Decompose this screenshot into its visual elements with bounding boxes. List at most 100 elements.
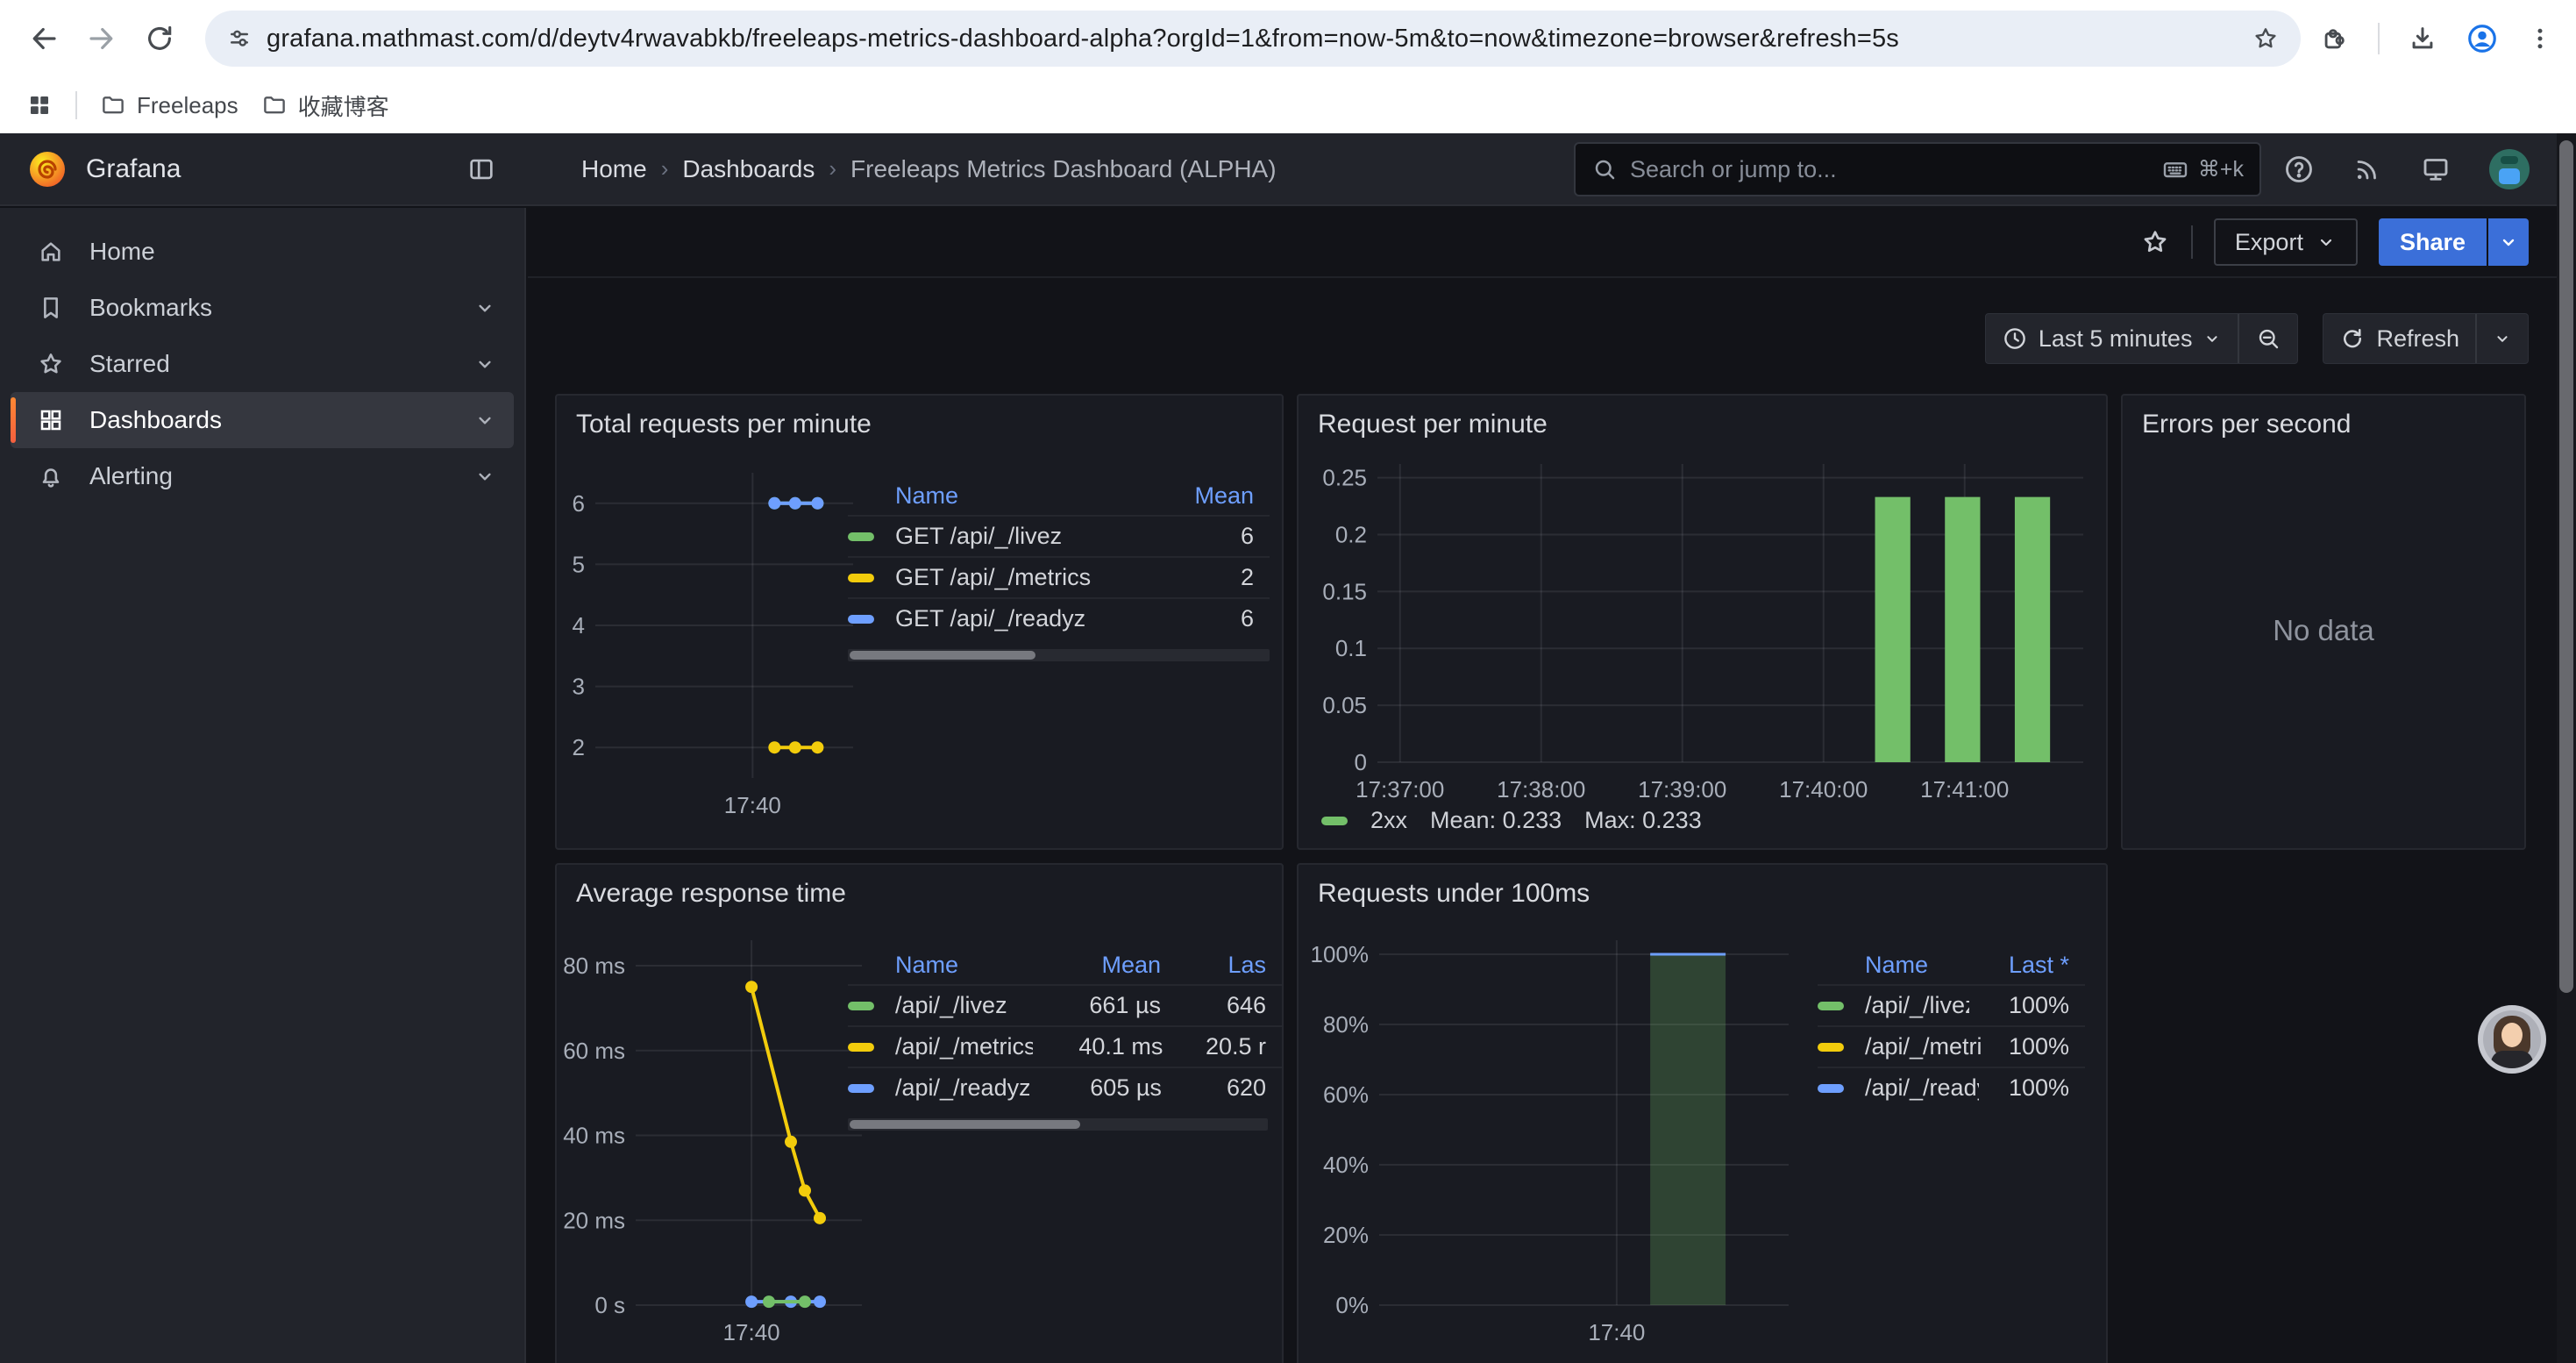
series-color-pill[interactable] (1818, 1084, 1844, 1093)
series-mean: Mean: 0.233 (1430, 807, 1562, 834)
legend-col-name[interactable]: Name (895, 952, 1028, 979)
panel-title[interactable]: Requests under 100ms (1318, 879, 1590, 909)
series-color-pill[interactable] (848, 532, 874, 541)
line-chart[interactable]: 6543217:40 (566, 460, 864, 822)
dock-sidebar-icon[interactable] (466, 154, 496, 184)
legend-table: Name Mean GET /api/_/livez 6 GET /api/_/… (848, 476, 1270, 661)
chevron-down-icon[interactable] (473, 465, 496, 488)
url-text[interactable]: grafana.mathmast.com/d/deytv4rwavabkb/fr… (267, 25, 2239, 54)
search-input[interactable] (1630, 156, 2161, 183)
forward-icon[interactable] (82, 19, 121, 58)
bookmark-star-icon[interactable] (2252, 25, 2280, 53)
chevron-down-icon[interactable] (473, 353, 496, 375)
share-menu-button[interactable] (2488, 218, 2529, 266)
news-feed-icon[interactable] (2341, 133, 2394, 204)
search-box[interactable]: ⌘+k (1574, 142, 2261, 196)
share-button[interactable]: Share (2379, 218, 2487, 266)
sidebar: Home Bookmarks Starred Dashboards Alerti… (0, 208, 526, 1363)
series-name[interactable]: /api/_/metrics (895, 1033, 1033, 1060)
extensions-icon[interactable] (2320, 24, 2350, 54)
series-name[interactable]: /api/_/livez (895, 992, 1028, 1019)
time-range-button[interactable]: Last 5 minutes (1986, 314, 2238, 363)
floating-assistant-avatar[interactable] (2478, 1005, 2546, 1074)
reload-icon[interactable] (140, 19, 179, 58)
legend-scrollbar[interactable] (848, 1118, 1268, 1131)
series-name[interactable]: GET /api/_/readyz (895, 605, 1164, 632)
download-icon[interactable] (2408, 24, 2437, 54)
series-name[interactable]: /api/_/readyz (1865, 1074, 1979, 1102)
series-name[interactable]: GET /api/_/metrics (895, 564, 1164, 591)
panel-title[interactable]: Average response time (576, 879, 846, 909)
export-button[interactable]: Export (2214, 218, 2358, 266)
series-color-pill[interactable] (848, 615, 874, 624)
help-icon[interactable] (2273, 133, 2325, 204)
refresh-interval-button[interactable] (2477, 314, 2528, 363)
zoom-out-button[interactable] (2239, 314, 2297, 363)
legend-col-mean[interactable]: Mean (1028, 952, 1177, 979)
svg-text:0.1: 0.1 (1335, 635, 1367, 661)
sidebar-item-home[interactable]: Home (11, 224, 514, 280)
legend-col-name[interactable]: Name (1865, 952, 1962, 979)
series-color-pill[interactable] (848, 1084, 874, 1093)
sidebar-item-alerting[interactable]: Alerting (11, 448, 514, 504)
apps-grid-icon[interactable] (26, 92, 53, 118)
line-chart[interactable]: 80 ms60 ms40 ms20 ms0 s17:40 (560, 928, 869, 1351)
svg-text:17:40: 17:40 (724, 792, 781, 818)
legend-col-mean[interactable]: Mean (1164, 482, 1270, 510)
page-scrollbar[interactable] (2557, 133, 2576, 1363)
series-color-pill[interactable] (848, 574, 874, 582)
profile-icon[interactable] (2466, 22, 2499, 55)
series-name[interactable]: GET /api/_/livez (895, 523, 1164, 550)
panel-title[interactable]: Request per minute (1318, 410, 1548, 439)
series-name[interactable]: 2xx (1370, 807, 1407, 834)
series-name[interactable]: /api/_/livez (1865, 992, 1969, 1019)
svg-text:80 ms: 80 ms (563, 953, 625, 979)
refresh-button[interactable]: Refresh (2323, 314, 2475, 363)
address-bar[interactable]: grafana.mathmast.com/d/deytv4rwavabkb/fr… (205, 11, 2301, 67)
series-name[interactable]: /api/_/metrics (1865, 1033, 1981, 1060)
back-icon[interactable] (25, 19, 63, 58)
breadcrumb-home[interactable]: Home (581, 155, 647, 183)
bar-chart[interactable]: 0.250.20.150.10.05017:37:0017:38:0017:39… (1306, 452, 2099, 815)
brand-name[interactable]: Grafana (86, 154, 181, 184)
sidebar-item-dashboards[interactable]: Dashboards (11, 392, 514, 448)
series-name[interactable]: /api/_/readyz (895, 1074, 1029, 1102)
dashboards-grid-icon (37, 406, 67, 434)
breadcrumb-dashboards[interactable]: Dashboards (682, 155, 815, 183)
chevron-down-icon[interactable] (473, 296, 496, 319)
browser-menu-icon[interactable] (2527, 25, 2553, 52)
sidebar-item-starred[interactable]: Starred (11, 336, 514, 392)
series-color-pill[interactable] (848, 1043, 874, 1052)
svg-text:17:37:00: 17:37:00 (1356, 776, 1444, 803)
bookmark-folder-freeleaps[interactable]: Freeleaps (100, 92, 238, 119)
monitor-icon[interactable] (2409, 133, 2462, 204)
user-avatar[interactable] (2489, 149, 2530, 189)
bookmark-folder-blogs[interactable]: 收藏博客 (261, 89, 389, 122)
sidebar-item-bookmarks[interactable]: Bookmarks (11, 280, 514, 336)
bookmark-icon (37, 294, 67, 322)
panel-title[interactable]: Total requests per minute (576, 410, 872, 439)
series-color-pill[interactable] (1818, 1002, 1844, 1010)
legend-scrollbar[interactable] (848, 649, 1270, 661)
series-last: 620 (1178, 1074, 1282, 1102)
legend-col-name[interactable]: Name (895, 482, 1164, 510)
legend-col-last[interactable]: Last * (1962, 952, 2085, 979)
series-mean: 661 µs (1028, 992, 1177, 1019)
svg-text:60%: 60% (1323, 1081, 1369, 1108)
series-color-pill[interactable] (1321, 817, 1348, 825)
series-color-pill[interactable] (1818, 1043, 1844, 1052)
series-mean: 40.1 ms (1033, 1033, 1179, 1060)
panel-title[interactable]: Errors per second (2142, 410, 2351, 439)
site-info-icon[interactable] (226, 25, 253, 52)
series-mean: 6 (1164, 523, 1270, 550)
legend-inline: 2xx Mean: 0.233 Max: 0.233 (1321, 807, 1702, 834)
bar-chart[interactable]: 100%80%60%40%20%0%17:40 (1306, 928, 1801, 1351)
chevron-down-icon[interactable] (473, 409, 496, 432)
series-color-pill[interactable] (848, 1002, 874, 1010)
series-last: 100% (1979, 1074, 2085, 1102)
legend-col-last[interactable]: Las (1177, 952, 1282, 979)
svg-text:17:40: 17:40 (1588, 1319, 1645, 1345)
scrollbar-thumb[interactable] (2559, 140, 2573, 993)
grafana-logo-icon[interactable] (26, 148, 68, 190)
favorite-star-icon[interactable] (2140, 227, 2170, 257)
